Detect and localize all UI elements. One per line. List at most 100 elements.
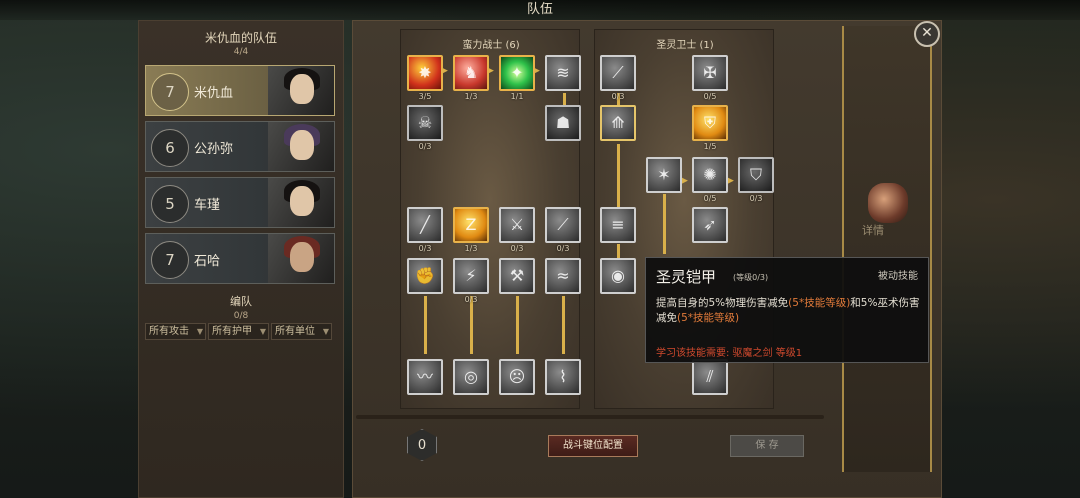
tooltip-skill-level: (等级0/3) — [733, 273, 769, 282]
roar-icon: ☹ — [508, 367, 526, 386]
skill-node[interactable]: ♞ 1/3 — [453, 55, 489, 101]
arrow-right-icon: ▶ — [727, 176, 734, 186]
flex-arm-icon[interactable] — [868, 183, 908, 223]
gold-shield-icon: ⛨ — [703, 113, 716, 132]
skill-node[interactable]: ≡ — [600, 207, 636, 243]
skill-node[interactable]: ⚒ — [499, 258, 535, 294]
claw-icon: ⚔ — [509, 215, 525, 234]
skill-node[interactable]: ⚔ 0/3 — [499, 207, 535, 253]
skill-count: 0/3 — [556, 244, 570, 253]
sword-wave-icon: ≡ — [611, 215, 625, 234]
close-icon: ✕ — [921, 25, 933, 41]
skill-node[interactable]: ≈ — [545, 258, 581, 294]
skill-count: 0/3 — [510, 244, 524, 253]
filter-label: 所有攻击 — [149, 326, 189, 337]
skill-count: 0/3 — [611, 92, 625, 101]
skill-count: 3/5 — [418, 92, 432, 101]
skill-node[interactable]: ✺ 0/5 — [692, 157, 728, 203]
tree-connector — [470, 296, 473, 354]
tree-connector — [562, 296, 565, 354]
tooltip-requirement: 学习该技能需要: 驱魔之剑 等级1 — [656, 348, 803, 359]
member-name: 石哈 — [194, 254, 221, 269]
shield-icon: ⛉ — [749, 165, 762, 184]
chevron-down-icon: ▼ — [259, 327, 266, 336]
tree-title: 圣灵卫士 (1) — [656, 40, 714, 51]
horizontal-scrollbar[interactable] — [356, 415, 824, 419]
skill-node[interactable]: ◎ — [453, 359, 489, 395]
skull-icon: ☠ — [417, 113, 433, 132]
member-card-2[interactable]: 6 公孙弥 — [145, 121, 335, 172]
formation-count: 0/8 — [233, 311, 249, 321]
battle-keybind-config-button[interactable]: 战斗键位配置 — [548, 435, 638, 457]
skill-node[interactable]: ☗ — [545, 105, 581, 141]
filter-attack-dropdown[interactable]: 所有攻击 ▼ — [145, 323, 206, 340]
member-level: 5 — [151, 185, 189, 223]
skill-node[interactable]: ✶ — [646, 157, 682, 193]
skill-node[interactable]: ⚡ 0/3 — [453, 258, 489, 304]
detail-button[interactable]: 详情 — [862, 222, 884, 238]
skill-node[interactable]: ≋ — [545, 55, 581, 91]
member-level: 7 — [151, 73, 189, 111]
radiant-icon: ✺ — [703, 165, 717, 184]
member-card-1[interactable]: 7 米仇血 — [145, 65, 335, 116]
skill-node[interactable]: 〰 — [407, 359, 443, 395]
filter-label: 所有护甲 — [212, 326, 252, 337]
skill-node[interactable]: ⛨ 1/5 — [692, 105, 728, 151]
skill-count: 1/1 — [510, 92, 524, 101]
skill-node[interactable]: ⛉ 0/3 — [738, 157, 774, 203]
desc-text: 提高自身的5%物理伤害减免 — [656, 297, 789, 309]
gust-icon: 〰 — [416, 367, 433, 386]
tornado-icon: ⌇ — [559, 367, 567, 386]
warrior-face-icon: ☗ — [555, 113, 571, 132]
skill-node[interactable]: ⟋ 0/3 — [600, 55, 636, 101]
flame-slash-icon: Z — [465, 215, 477, 234]
skill-node-selected[interactable]: ⟰ — [600, 105, 636, 141]
member-name: 公孙弥 — [194, 142, 234, 157]
skill-node[interactable]: ✦ 1/1 — [499, 55, 535, 101]
skill-node[interactable]: ☹ — [499, 359, 535, 395]
arrow-right-icon: ▶ — [681, 176, 688, 186]
skill-node[interactable]: Z 1/3 — [453, 207, 489, 253]
formation-header: 编队 — [230, 295, 252, 308]
filter-armor-dropdown[interactable]: 所有护甲 ▼ — [208, 323, 269, 340]
team-count: 4/4 — [233, 47, 249, 57]
skill-node[interactable]: ✠ 0/5 — [692, 55, 728, 101]
skill-node[interactable]: ╱ 0/3 — [407, 207, 443, 253]
whirlwind-icon: ≋ — [556, 63, 570, 82]
speed-slash-icon: ⟋ — [557, 215, 569, 234]
tree-connector — [563, 93, 566, 105]
tooltip-skill-type: 被动技能 — [878, 271, 918, 282]
skill-count: 1/5 — [703, 142, 717, 151]
skill-node[interactable]: ⫽ — [692, 359, 728, 395]
tree-connector — [663, 194, 666, 254]
member-portrait — [268, 122, 334, 171]
slash-flurry-icon: ⫽ — [706, 367, 714, 386]
side-rail — [842, 26, 932, 472]
skill-tooltip: 圣灵铠甲 (等级0/3) 被动技能 提高自身的5%物理伤害减免(5*技能等级)和… — [645, 257, 929, 363]
thrust-icon: ➶ — [703, 215, 717, 234]
member-card-3[interactable]: 5 车瑾 — [145, 177, 335, 228]
skill-count: 0/3 — [418, 244, 432, 253]
filter-unit-dropdown[interactable]: 所有单位 ▼ — [271, 323, 332, 340]
close-button[interactable]: ✕ — [914, 21, 940, 47]
member-level: 6 — [151, 129, 189, 167]
skill-count: 1/3 — [464, 92, 478, 101]
tree-title: 蛮力战士 (6) — [462, 40, 520, 51]
skill-node[interactable]: ➶ — [692, 207, 728, 243]
skill-count: 0/5 — [703, 194, 717, 203]
skill-node[interactable]: ⟋ 0/3 — [545, 207, 581, 253]
spin-icon: ⚡ — [465, 266, 477, 285]
skill-node[interactable]: ☠ 0/3 — [407, 105, 443, 151]
light-burst-icon: ✶ — [657, 165, 671, 184]
orb-icon: ◉ — [611, 266, 625, 285]
member-portrait — [268, 234, 334, 283]
save-button[interactable]: 保 存 — [730, 435, 804, 457]
wind-icon: ≈ — [556, 266, 570, 285]
strike-icon: ✊ — [415, 266, 435, 285]
skill-node[interactable]: ⌇ — [545, 359, 581, 395]
skill-node[interactable]: ◉ — [600, 258, 636, 294]
skill-node[interactable]: ✊ — [407, 258, 443, 294]
burst-icon: ✦ — [510, 63, 524, 82]
skill-node[interactable]: ✸ 3/5 — [407, 55, 443, 101]
member-card-4[interactable]: 7 石哈 — [145, 233, 335, 284]
